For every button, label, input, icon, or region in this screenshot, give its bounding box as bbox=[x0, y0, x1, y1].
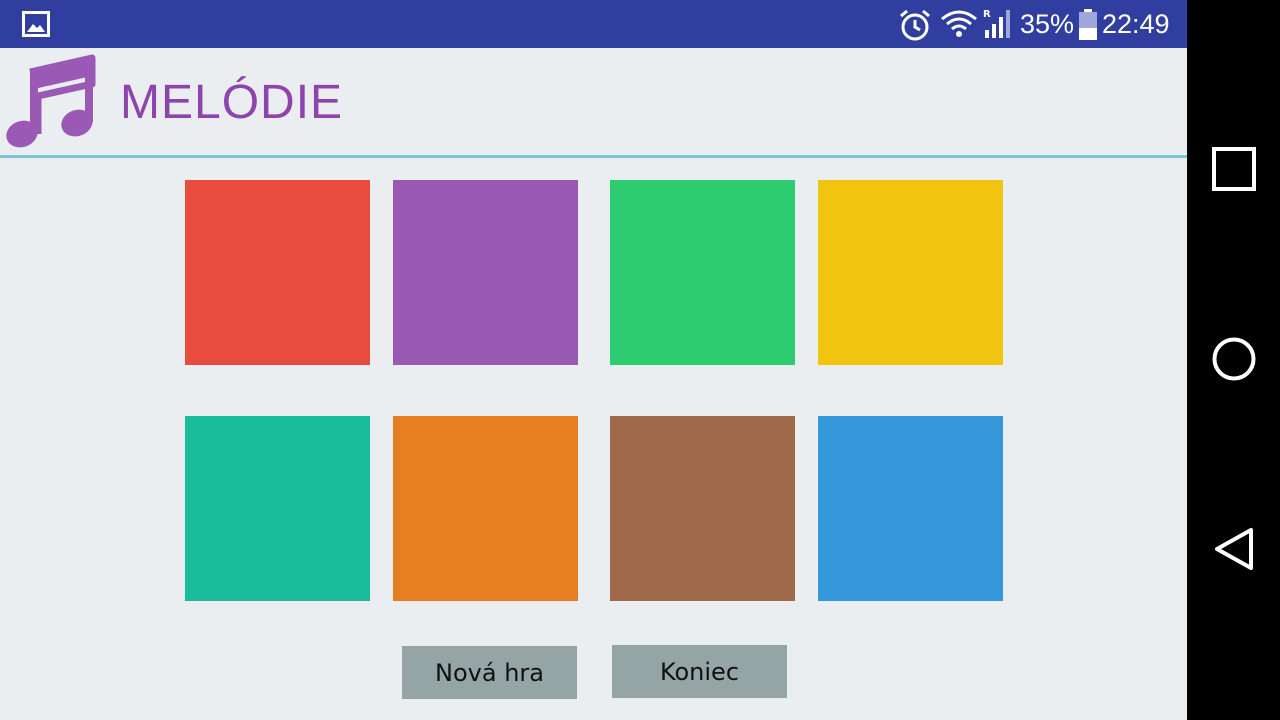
end-button[interactable]: Koniec bbox=[612, 645, 787, 698]
color-tile-green[interactable] bbox=[610, 180, 795, 365]
header-divider bbox=[0, 155, 1187, 158]
new-game-button[interactable]: Nová hra bbox=[402, 646, 577, 699]
navigation-bar bbox=[1187, 0, 1280, 720]
recents-icon[interactable] bbox=[1209, 144, 1259, 194]
color-tile-blue[interactable] bbox=[818, 416, 1003, 601]
music-note-icon bbox=[6, 54, 96, 148]
color-tile-teal[interactable] bbox=[185, 416, 370, 601]
status-bar: R 35% 22:49 bbox=[0, 0, 1187, 48]
clock: 22:49 bbox=[1102, 9, 1170, 39]
wifi-icon bbox=[941, 10, 977, 37]
color-tile-brown[interactable] bbox=[610, 416, 795, 601]
color-tile-orange[interactable] bbox=[393, 416, 578, 601]
back-icon[interactable] bbox=[1209, 524, 1259, 574]
app-title: MELÓDIE bbox=[120, 76, 344, 129]
battery-icon bbox=[1079, 9, 1097, 40]
battery-percentage: 35% bbox=[1020, 9, 1075, 39]
color-tile-yellow[interactable] bbox=[818, 180, 1003, 365]
app-header: MELÓDIE bbox=[0, 48, 1187, 156]
roaming-label: R bbox=[983, 9, 991, 20]
color-tile-purple[interactable] bbox=[393, 180, 578, 365]
image-notification-icon bbox=[22, 11, 50, 37]
signal-icon: R bbox=[983, 9, 1010, 38]
home-icon[interactable] bbox=[1209, 334, 1259, 384]
color-tile-red[interactable] bbox=[185, 180, 370, 365]
app-screen: R 35% 22:49 MELÓDIE Nová hra Koniec bbox=[0, 0, 1187, 720]
alarm-icon bbox=[900, 9, 930, 41]
